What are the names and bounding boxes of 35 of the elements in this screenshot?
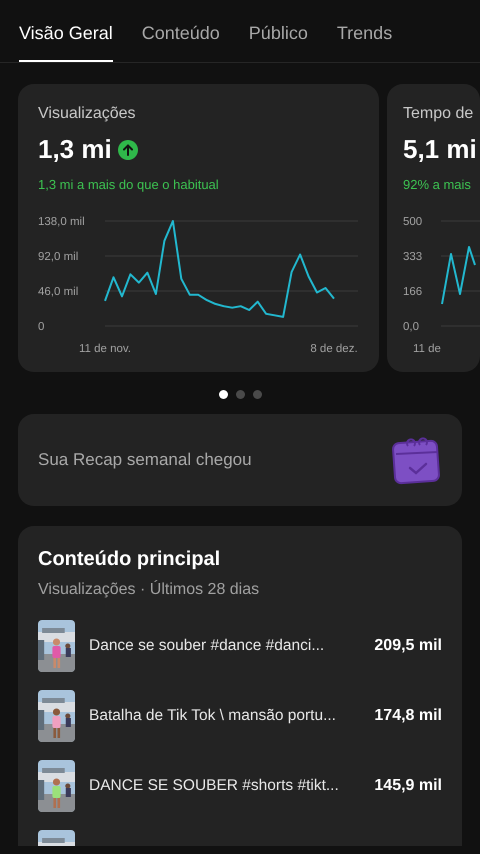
video-title: DANCE SE SOUBER #shorts #tikt...: [89, 776, 340, 796]
axis-label: 92,0 mil: [38, 250, 78, 262]
content-row[interactable]: Batalha de Tik Tok \ mansão portu... 174,8 mil: [38, 690, 442, 742]
video-title: Dance se souber #dance #danci...: [89, 636, 326, 656]
axis-label: 0: [38, 320, 44, 332]
axis-label: 166: [403, 286, 422, 298]
metric-title: Visualizações: [38, 104, 137, 124]
axis-label: 11 de: [413, 342, 441, 354]
axis-label: 500: [403, 216, 422, 228]
recap-card[interactable]: Sua Recap semanal chegou: [18, 414, 462, 506]
axis-label: 8 de dez.: [310, 342, 358, 354]
video-title: Batalha de Tik Tok \ mansão portu...: [89, 706, 337, 726]
view-count: 174,8 mil: [374, 706, 442, 726]
axis-label: 11 de nov.: [79, 342, 131, 354]
metric-value: 1,3 mi: [38, 133, 112, 166]
content-row[interactable]: DANCE SE SOUBER #shorts #tikt... 145,9 mil: [38, 760, 442, 812]
metric-value: 5,1 mi: [403, 133, 477, 166]
axis-label: 46,0 mil: [38, 286, 78, 298]
line-series: [441, 246, 476, 304]
metric-title: Tempo de: [403, 104, 474, 124]
axis-label: 138,0 mil: [38, 216, 85, 228]
view-count: 209,5 mil: [374, 636, 442, 656]
content-row[interactable]: Dance se souber #dance #danci... 209,5 mil: [38, 620, 442, 672]
view-count: 145,9 mil: [374, 776, 442, 796]
section-title: Conteúdo principal: [38, 547, 222, 572]
tab[interactable]: Trends: [336, 18, 392, 62]
tab[interactable]: Conteúdo: [142, 18, 220, 62]
recap-text: Sua Recap semanal chegou: [38, 449, 252, 472]
comparison-text: 92% a mais: [403, 176, 472, 194]
axis-label: 333: [403, 250, 422, 262]
tab[interactable]: Visão Geral: [19, 18, 113, 62]
comparison-text: 1,3 mi a mais do que o habitual: [38, 176, 220, 194]
section-subtitle: Visualizações · Últimos 28 dias: [38, 579, 260, 600]
tab[interactable]: Público: [248, 18, 308, 62]
axis-label: 0,0: [403, 320, 419, 332]
